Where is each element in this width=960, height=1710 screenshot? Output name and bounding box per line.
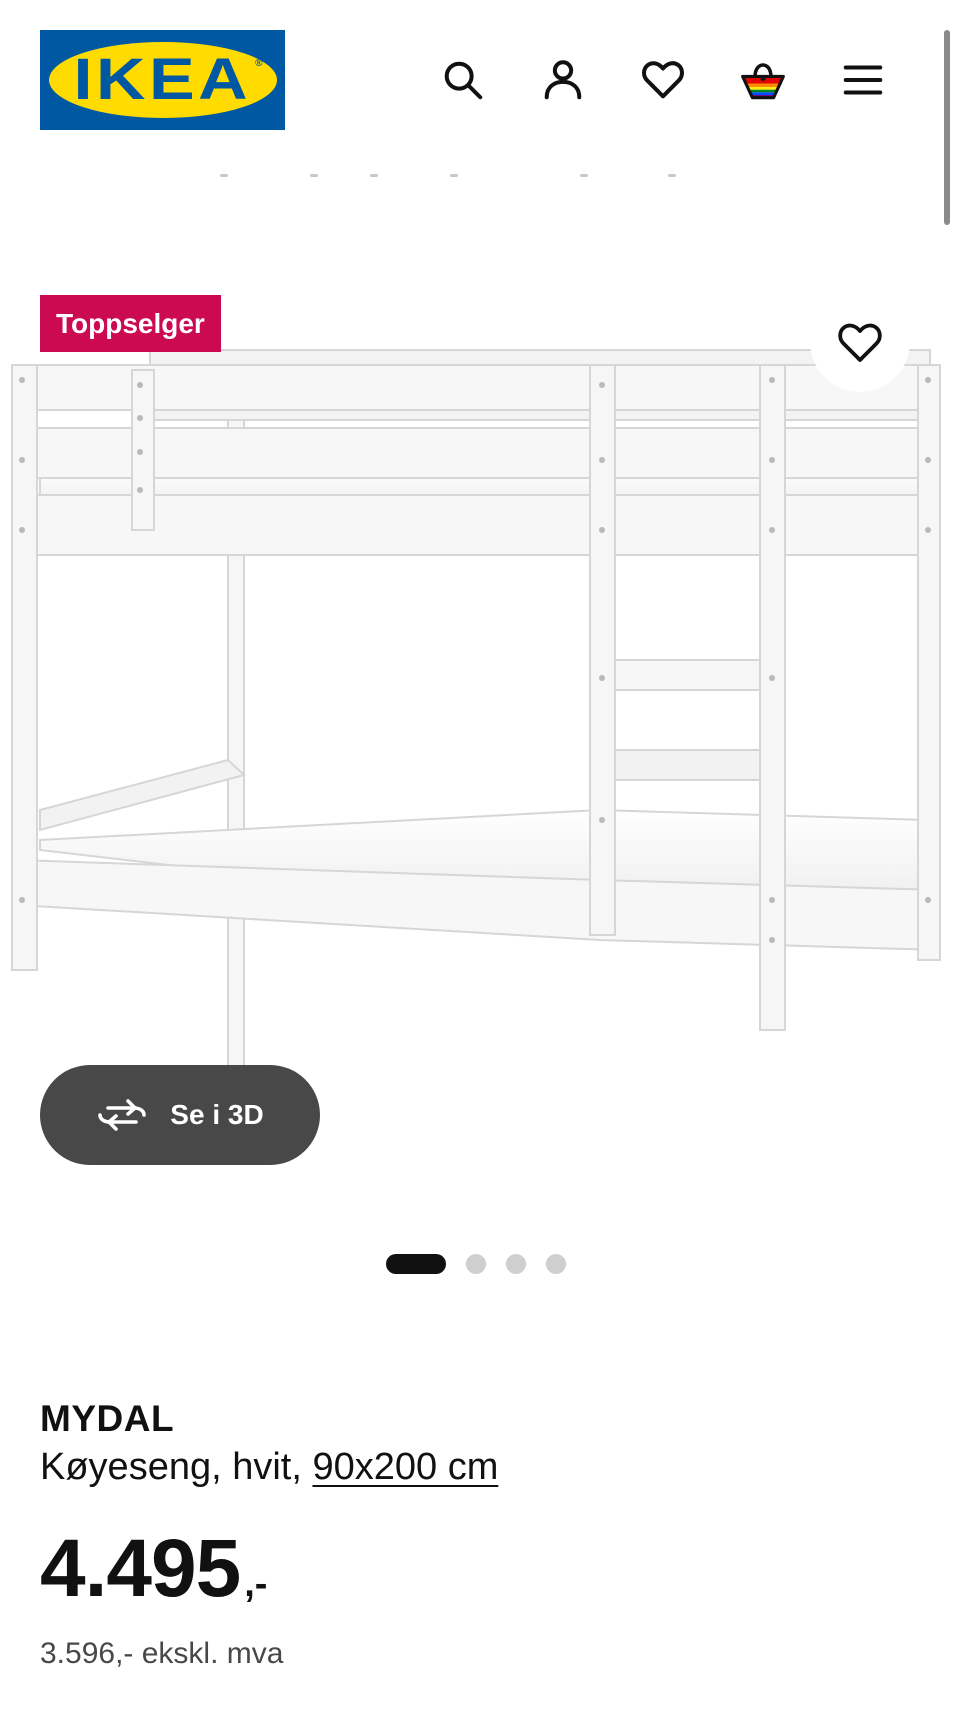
heart-icon — [838, 323, 882, 362]
carousel-dot[interactable] — [546, 1254, 566, 1274]
top-seller-badge: Toppselger — [40, 295, 221, 352]
product-name: MYDAL — [40, 1398, 175, 1439]
rotate-3d-icon — [98, 1099, 147, 1131]
basket-icon[interactable] — [738, 55, 788, 105]
product-size-link[interactable]: 90x200 cm — [312, 1446, 498, 1488]
product-image-bunk-bed[interactable] — [0, 340, 960, 1131]
price-excluding-vat: 3.596,- ekskl. mva — [40, 1637, 284, 1670]
user-icon[interactable] — [538, 55, 588, 105]
view-in-3d-button[interactable]: Se i 3D — [40, 1065, 320, 1165]
carousel-dot[interactable] — [466, 1254, 486, 1274]
page-scrollbar[interactable] — [944, 30, 950, 225]
view-in-3d-label: Se i 3D — [170, 1099, 264, 1130]
price-amount: 4.495 — [40, 1523, 241, 1614]
product-page: IKEA ® Toppselger Se i 3D MYDAL Køyeseng… — [0, 0, 960, 1710]
product-description-text: Køyeseng, hvit, — [40, 1446, 313, 1488]
carousel-dot-active[interactable] — [386, 1254, 446, 1274]
image-carousel-indicator — [386, 1254, 586, 1274]
faint-separator — [220, 174, 720, 180]
price-suffix: ,- — [244, 1563, 268, 1605]
header-actions — [0, 55, 960, 105]
carousel-dot[interactable] — [506, 1254, 526, 1274]
product-description: Køyeseng, hvit, 90x200 cm — [40, 1446, 498, 1489]
menu-icon[interactable] — [838, 55, 888, 105]
product-price: 4.495 ,- — [40, 1528, 267, 1610]
search-icon[interactable] — [438, 55, 488, 105]
heart-icon[interactable] — [638, 55, 688, 105]
